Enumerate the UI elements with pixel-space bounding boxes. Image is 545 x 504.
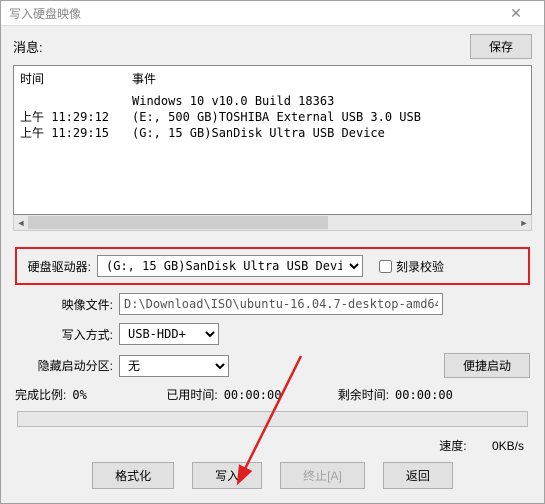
hide-label: 隐藏启动分区: xyxy=(15,357,119,374)
progress-bar xyxy=(17,411,528,427)
image-path-input[interactable] xyxy=(119,293,443,315)
remain-label: 剩余时间: xyxy=(338,386,389,403)
list-item: Windows 10 v10.0 Build 18363 xyxy=(20,93,525,109)
list-item: 上午 11:29:15 (G:, 15 GB)SanDisk Ultra USB… xyxy=(20,125,525,141)
speed-row: 速度: 0KB/s xyxy=(15,437,530,454)
horizontal-scrollbar[interactable]: ◄ ► xyxy=(13,215,532,231)
portable-boot-button[interactable]: 便捷启动 xyxy=(444,353,530,378)
log-time xyxy=(20,93,132,109)
hide-row: 隐藏启动分区: 无 便捷启动 xyxy=(15,353,530,378)
verify-checkbox[interactable] xyxy=(379,260,392,273)
stop-button[interactable]: 终止[A] xyxy=(280,462,365,489)
scroll-right-icon[interactable]: ► xyxy=(517,215,531,230)
remain-value: 00:00:00 xyxy=(395,388,453,402)
titlebar: 写入硬盘映像 ✕ xyxy=(1,1,544,26)
image-label: 映像文件: xyxy=(15,296,119,313)
scroll-thumb[interactable] xyxy=(28,216,328,229)
image-row: 映像文件: xyxy=(15,293,530,315)
verify-checkbox-wrap[interactable]: 刻录校验 xyxy=(375,257,444,276)
log-col-time: 时间 xyxy=(20,70,132,87)
progress-label: 完成比例: xyxy=(15,386,66,403)
back-button[interactable]: 返回 xyxy=(383,462,453,489)
log-event: (G:, 15 GB)SanDisk Ultra USB Device xyxy=(132,125,385,141)
drive-row-highlight: 硬盘驱动器: (G:, 15 GB)SanDisk Ultra USB Devi… xyxy=(15,247,530,285)
bottom-button-row: 格式化 写入 终止[A] 返回 xyxy=(15,462,530,489)
log-time: 上午 11:29:15 xyxy=(20,125,132,141)
log-header: 时间 事件 xyxy=(20,70,525,87)
elapsed-label: 已用时间: xyxy=(166,386,217,403)
log-time: 上午 11:29:12 xyxy=(20,109,132,125)
write-mode-select[interactable]: USB-HDD+ xyxy=(119,323,219,345)
verify-label: 刻录校验 xyxy=(396,258,444,275)
log-event: (E:, 500 GB)TOSHIBA External USB 3.0 USB xyxy=(132,109,421,125)
save-button[interactable]: 保存 xyxy=(470,34,532,59)
dialog-window: 写入硬盘映像 ✕ 消息: 保存 时间 事件 Windows 10 v10.0 B… xyxy=(0,0,545,504)
format-button[interactable]: 格式化 xyxy=(92,462,174,489)
top-row: 消息: 保存 xyxy=(13,34,532,59)
mode-row: 写入方式: USB-HDD+ xyxy=(15,323,530,345)
message-label: 消息: xyxy=(13,37,470,56)
content-area: 消息: 保存 时间 事件 Windows 10 v10.0 Build 1836… xyxy=(1,26,544,503)
mode-label: 写入方式: xyxy=(15,326,119,343)
log-col-event: 事件 xyxy=(132,70,156,87)
write-button[interactable]: 写入 xyxy=(192,462,262,489)
speed-value: 0KB/s xyxy=(492,439,524,453)
progress-value: 0% xyxy=(72,388,142,402)
log-listbox[interactable]: 时间 事件 Windows 10 v10.0 Build 18363 上午 11… xyxy=(13,65,532,215)
speed-label: 速度: xyxy=(439,439,466,453)
list-item: 上午 11:29:12 (E:, 500 GB)TOSHIBA External… xyxy=(20,109,525,125)
form-area: 硬盘驱动器: (G:, 15 GB)SanDisk Ultra USB Devi… xyxy=(13,241,532,493)
drive-select[interactable]: (G:, 15 GB)SanDisk Ultra USB Device xyxy=(97,255,363,277)
close-icon[interactable]: ✕ xyxy=(496,5,536,22)
scroll-left-icon[interactable]: ◄ xyxy=(14,215,28,230)
hide-partition-select[interactable]: 无 xyxy=(119,355,229,377)
stats-row: 完成比例: 0% 已用时间: 00:00:00 剩余时间: 00:00:00 xyxy=(15,386,530,403)
elapsed-value: 00:00:00 xyxy=(224,388,314,402)
drive-label: 硬盘驱动器: xyxy=(23,258,97,275)
log-event: Windows 10 v10.0 Build 18363 xyxy=(132,93,334,109)
window-title: 写入硬盘映像 xyxy=(9,5,496,22)
